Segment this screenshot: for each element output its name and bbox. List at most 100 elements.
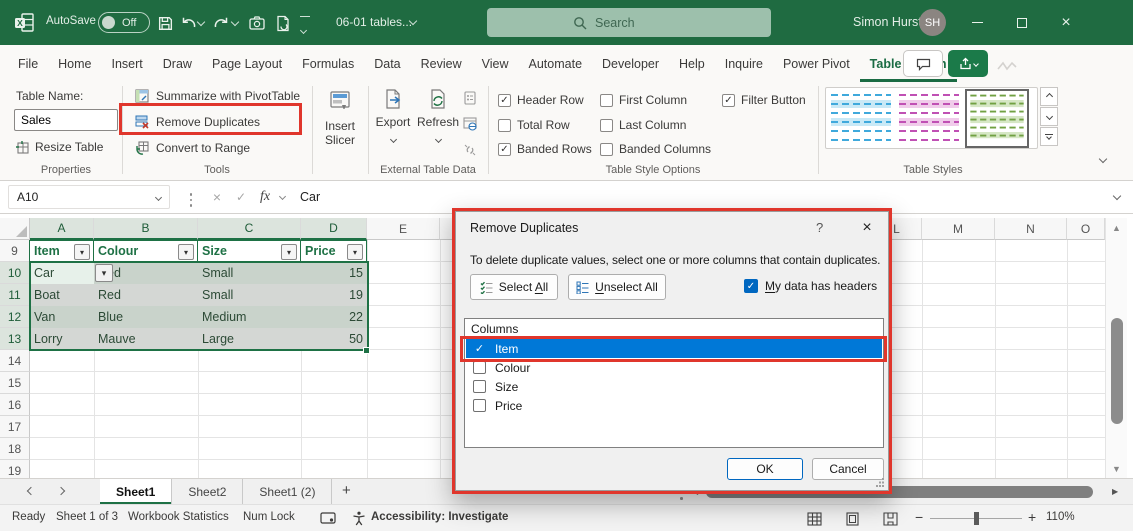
prev-sheet-button[interactable] (27, 487, 35, 495)
close-button[interactable]: × (1044, 0, 1088, 45)
unselect-all-button[interactable]: Unselect All (568, 274, 666, 300)
column-header-a[interactable]: A (30, 218, 94, 240)
ribbon-tab-draw[interactable]: Draw (153, 45, 202, 82)
qat-overflow-icon[interactable] (300, 16, 310, 38)
dialog-column-item[interactable]: ✓Item (466, 339, 882, 358)
insert-slicer-button[interactable]: Insert Slicer (314, 88, 366, 147)
gallery-scroll-up-button[interactable] (1040, 87, 1058, 106)
cell-C11[interactable]: Small (198, 284, 301, 306)
dialog-close-button[interactable]: × (852, 216, 882, 240)
cancel-button[interactable]: Cancel (812, 458, 884, 480)
column-header-n[interactable]: N (995, 218, 1067, 240)
ribbon-tab-page-layout[interactable]: Page Layout (202, 45, 292, 82)
select-all-button[interactable]: Select All (470, 274, 558, 300)
new-sheet-button[interactable]: + (342, 482, 351, 499)
option-header-row[interactable]: ✓Header Row (498, 92, 584, 108)
camera-button[interactable] (244, 10, 270, 36)
cell-D10[interactable]: 15 (301, 262, 367, 284)
cancel-entry-button[interactable]: × (206, 187, 228, 207)
insert-function-button[interactable]: fx (254, 187, 276, 207)
page-break-preview-button[interactable] (882, 510, 899, 527)
cell-A12[interactable]: Van (30, 306, 94, 328)
option-total-row[interactable]: Total Row (498, 117, 570, 133)
cell-B11[interactable]: Red (94, 284, 198, 306)
ribbon-tab-insert[interactable]: Insert (102, 45, 153, 82)
fill-handle[interactable] (363, 347, 370, 354)
ribbon-tab-help[interactable]: Help (669, 45, 715, 82)
convert-to-range-button[interactable]: Convert to Range (134, 140, 250, 156)
table-name-input[interactable] (14, 109, 118, 131)
ribbon-tab-file[interactable]: File (8, 45, 48, 82)
share-button[interactable] (948, 50, 988, 77)
option-banded-columns[interactable]: Banded Columns (600, 141, 711, 157)
open-in-browser-icon[interactable] (462, 116, 478, 132)
table-style-swatch-green-selected[interactable] (965, 89, 1029, 148)
dialog-column-colour[interactable]: Colour (466, 358, 882, 377)
column-header-b[interactable]: B (94, 218, 198, 240)
option-filter-button[interactable]: ✓Filter Button (722, 92, 806, 108)
column-header-o[interactable]: O (1067, 218, 1105, 240)
zoom-in-button[interactable]: + (1028, 509, 1036, 525)
filter-button-item[interactable]: ▾ (74, 244, 90, 260)
table-header-size[interactable]: Size▾ (197, 240, 301, 262)
next-sheet-button[interactable] (57, 487, 65, 495)
zoom-out-button[interactable]: − (915, 509, 923, 525)
dialog-column-price[interactable]: Price (466, 396, 882, 415)
normal-view-button[interactable] (806, 510, 823, 527)
autosave-toggle[interactable]: Off (98, 12, 150, 33)
filter-button-colour[interactable]: ▾ (178, 244, 194, 260)
sheet-tab-sheet2[interactable]: Sheet2 (172, 479, 243, 505)
column-header-c[interactable]: C (198, 218, 301, 240)
table-header-colour[interactable]: Colour▾ (93, 240, 198, 262)
ribbon-tab-developer[interactable]: Developer (592, 45, 669, 82)
enter-entry-button[interactable]: ✓ (230, 187, 252, 207)
ribbon-tab-formulas[interactable]: Formulas (292, 45, 364, 82)
dialog-resize-grip[interactable] (876, 478, 885, 487)
ok-button[interactable]: OK (727, 458, 803, 480)
row-header-17[interactable]: 17 (0, 416, 30, 438)
dialog-column-size[interactable]: Size (466, 377, 882, 396)
formula-bar-splitter[interactable] (180, 190, 202, 210)
table-style-swatch-pink[interactable] (897, 91, 961, 145)
ribbon-tab-power-pivot[interactable]: Power Pivot (773, 45, 860, 82)
export-workbook-button[interactable] (270, 10, 296, 36)
redo-button[interactable] (208, 10, 234, 36)
option-last-column[interactable]: Last Column (600, 117, 686, 133)
scroll-down-icon[interactable]: ▼ (1112, 464, 1121, 474)
row-header-10[interactable]: 10 (0, 262, 30, 284)
name-box[interactable]: A10 (8, 185, 170, 209)
zoom-slider-thumb[interactable] (974, 512, 979, 525)
maximize-button[interactable] (1000, 0, 1044, 45)
table-properties-icon[interactable] (462, 90, 478, 106)
row-header-11[interactable]: 11 (0, 284, 30, 306)
cell-C13[interactable]: Large (198, 328, 301, 350)
page-layout-view-button[interactable] (844, 510, 861, 527)
row-header-13[interactable]: 13 (0, 328, 30, 350)
search-input[interactable]: Search (487, 8, 771, 37)
column-header-d[interactable]: D (301, 218, 367, 240)
row-header-9[interactable]: 9 (0, 240, 30, 262)
hscroll-right-icon[interactable]: ▶ (1112, 487, 1118, 496)
ribbon-tab-automate[interactable]: Automate (519, 45, 593, 82)
cell-dropdown-button[interactable]: ▾ (95, 264, 113, 282)
row-header-15[interactable]: 15 (0, 372, 30, 394)
cell-A11[interactable]: Boat (30, 284, 94, 306)
cell-A13[interactable]: Lorry (30, 328, 94, 350)
ribbon-tab-data[interactable]: Data (364, 45, 410, 82)
row-header-14[interactable]: 14 (0, 350, 30, 372)
column-header-e[interactable]: E (367, 218, 440, 240)
resize-table-button[interactable]: Resize Table (14, 139, 103, 155)
vertical-scroll-thumb[interactable] (1111, 318, 1123, 424)
workbook-filename[interactable]: 06-01 tables... (336, 15, 412, 29)
gallery-scroll-down-button[interactable] (1040, 107, 1058, 126)
column-header-m[interactable]: M (922, 218, 995, 240)
cell-D12[interactable]: 22 (301, 306, 367, 328)
save-button[interactable] (152, 10, 178, 36)
select-all-corner[interactable] (0, 218, 30, 240)
ribbon-tab-review[interactable]: Review (411, 45, 472, 82)
ribbon-tab-view[interactable]: View (472, 45, 519, 82)
vertical-scrollbar[interactable]: ▲ ▼ (1105, 218, 1127, 478)
cell-A10[interactable]: Car (30, 262, 94, 284)
option-first-column[interactable]: First Column (600, 92, 687, 108)
scroll-up-icon[interactable]: ▲ (1112, 223, 1121, 233)
